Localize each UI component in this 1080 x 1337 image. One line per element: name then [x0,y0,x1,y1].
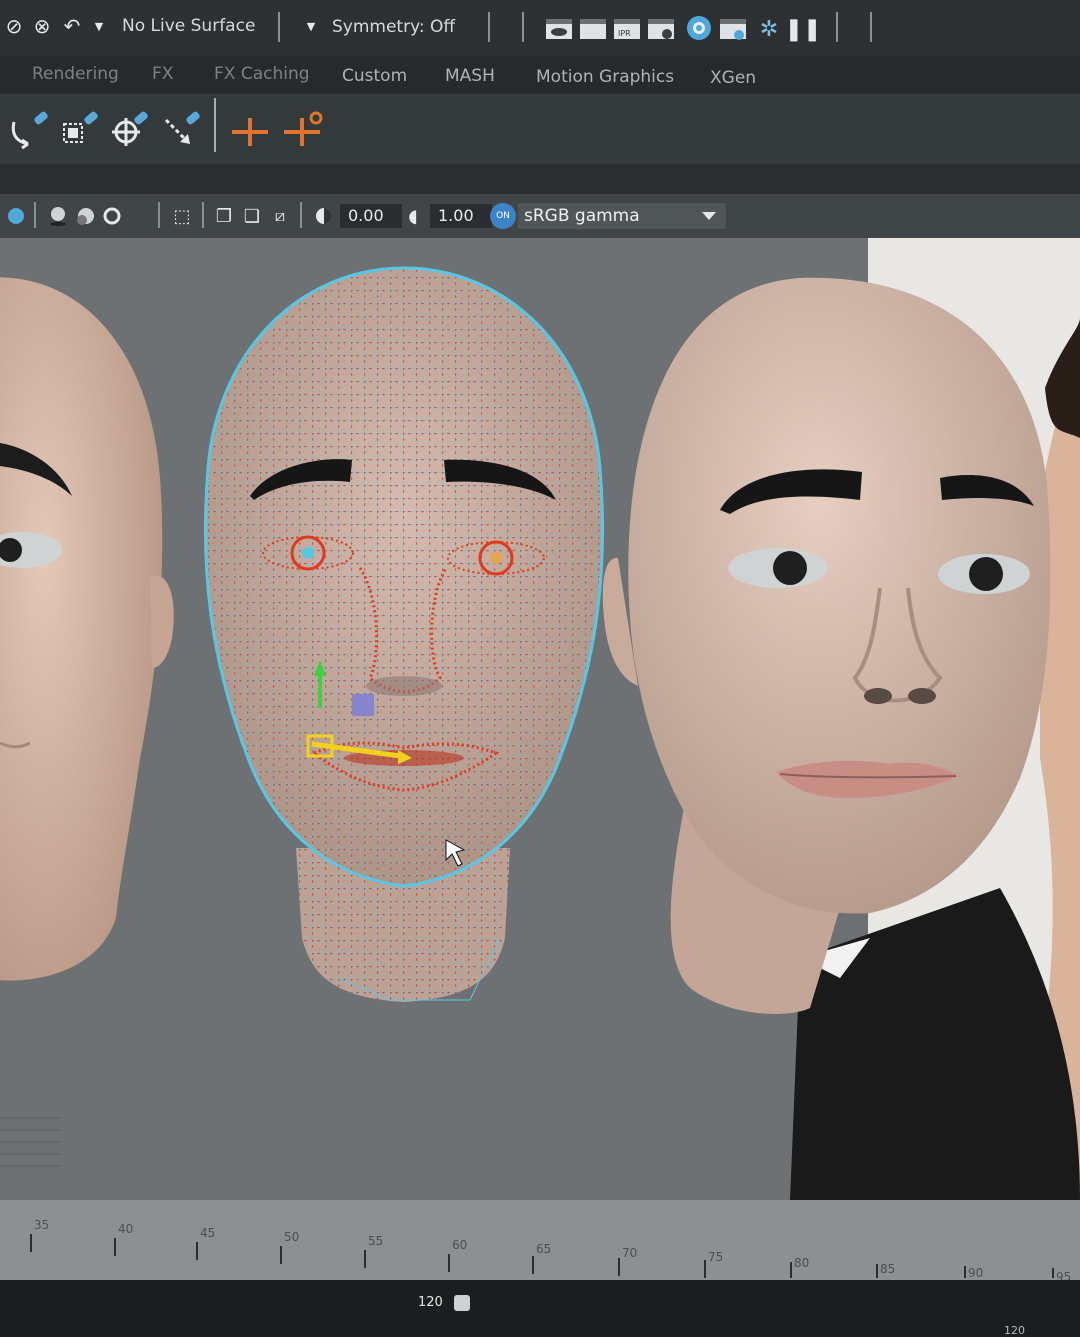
range-far-value: 120 [1004,1324,1025,1337]
constraint-aim-icon[interactable] [160,110,204,150]
color-space-label: sRGB gamma [524,206,640,226]
divider [202,202,204,228]
time-tick-label: 55 [368,1234,384,1248]
time-tick-label: 65 [536,1242,552,1256]
divider [278,12,280,42]
eye-render-icon[interactable] [544,14,574,44]
symmetry-dropdown[interactable]: Symmetry: Off [332,17,455,37]
time-tick [196,1242,198,1260]
scene-canvas: persp [0,238,1080,1200]
tab-fx[interactable]: FX [152,64,173,84]
constraint-scale-icon[interactable] [58,110,102,150]
time-tick-label: 90 [968,1266,984,1280]
time-tick-label: 45 [200,1226,216,1240]
time-tick-label: 85 [880,1262,896,1276]
gamma-field[interactable]: 1.00 [430,204,492,228]
time-tick [114,1238,116,1256]
motion-blur-icon[interactable] [100,204,124,228]
magnet-snap-icon[interactable]: ⊘ [0,12,28,40]
shelf [0,94,1080,164]
tab-xgen[interactable]: XGen [710,68,756,88]
constraint-point-icon[interactable] [108,110,152,150]
time-tick-label: 80 [794,1256,810,1270]
status-line: ⊘ ⊗ ↶ ▼ No Live Surface ▼ Symmetry: Off … [0,0,1080,56]
divider [158,202,160,228]
panel-divider [0,164,1080,194]
time-tick [280,1246,282,1264]
range-end-value: 120 [418,1295,443,1310]
gamma-icon[interactable]: ◖ [402,204,424,228]
lighting-icon[interactable] [4,204,28,228]
divider [214,98,216,152]
time-tick-label: 35 [34,1218,50,1232]
time-tick [876,1264,878,1278]
clapboard-icon[interactable] [578,14,608,44]
pivot-x-icon[interactable] [228,110,272,150]
xray-components-icon[interactable]: ⧄ [268,204,292,228]
isolate-select-icon[interactable]: ⬚ [170,204,194,228]
time-tick [790,1262,792,1278]
viewport-persp[interactable]: persp [0,238,1080,1200]
divider [522,12,524,42]
time-tick [448,1254,450,1272]
tab-rendering[interactable]: Rendering [32,64,119,84]
viewport-toolbar: ⬚ ❐ ❏ ⧄ 0.00 ◖ 1.00 ON sRGB gamma [0,194,1080,238]
divider [836,12,838,42]
time-tick [532,1256,534,1274]
render-view-icon[interactable] [718,14,748,44]
divider [488,12,490,42]
undo-arc-icon[interactable]: ↶ [58,12,86,40]
tab-custom[interactable]: Custom [342,66,407,86]
tab-mash[interactable]: MASH [445,66,495,86]
range-slider[interactable]: 120 120 [0,1280,1080,1337]
render-settings-icon[interactable] [646,14,676,44]
xray-joints-icon[interactable]: ❏ [240,204,264,228]
divider [300,202,302,228]
time-tick-label: 50 [284,1230,300,1244]
divider [870,12,872,42]
ipr-icon[interactable]: IPR [612,14,642,44]
wireframe-head-model[interactable] [200,263,610,1008]
time-tick-label: 60 [452,1238,468,1252]
chevron-down-icon[interactable]: ▼ [302,14,320,38]
time-tick [30,1234,32,1252]
xgen-icon[interactable]: ✲ [754,14,784,44]
color-management-toggle[interactable]: ON [490,203,516,229]
time-tick-label: 75 [708,1250,724,1264]
shadows-icon[interactable] [46,204,70,228]
range-end-field[interactable]: 120 [418,1292,470,1314]
move-manipulator-plane[interactable] [352,694,374,716]
live-surface-label[interactable]: No Live Surface [122,16,255,36]
ipr-text: IPR [618,29,631,38]
time-tick [364,1250,366,1268]
tab-motion-graphics[interactable]: Motion Graphics [536,67,674,87]
tab-fx-caching[interactable]: FX Caching [214,64,310,84]
time-tick [1052,1268,1054,1278]
ambient-occlusion-icon[interactable] [74,204,98,228]
divider [34,202,36,228]
chevron-down-icon[interactable]: ▼ [90,14,108,38]
pause-icon[interactable]: ❚❚ [785,14,822,44]
time-tick [618,1258,620,1276]
time-tick [964,1266,966,1278]
exposure-field[interactable]: 0.00 [340,204,402,228]
left-head-model[interactable] [0,277,174,981]
exposure-icon[interactable] [312,204,336,228]
color-space-dropdown[interactable]: sRGB gamma [518,203,726,229]
time-slider[interactable]: 35 40 45 50 55 60 65 70 75 80 85 90 95 [0,1200,1080,1284]
pivot-y-icon[interactable] [280,110,324,150]
grid-corner [0,1117,60,1167]
xray-icon[interactable]: ❐ [212,204,236,228]
time-tick [704,1260,706,1278]
range-slider-handle[interactable] [454,1295,470,1311]
shelf-tabs: Rendering FX FX Caching Custom MASH Moti… [0,56,1080,94]
chevron-down-icon [702,212,716,220]
constraint-parent-icon[interactable] [6,110,50,150]
time-tick-label: 70 [622,1246,638,1260]
hypershade-icon[interactable] [684,12,714,44]
time-tick-label: 40 [118,1222,134,1236]
snap-curve-icon[interactable]: ⊗ [28,12,56,40]
